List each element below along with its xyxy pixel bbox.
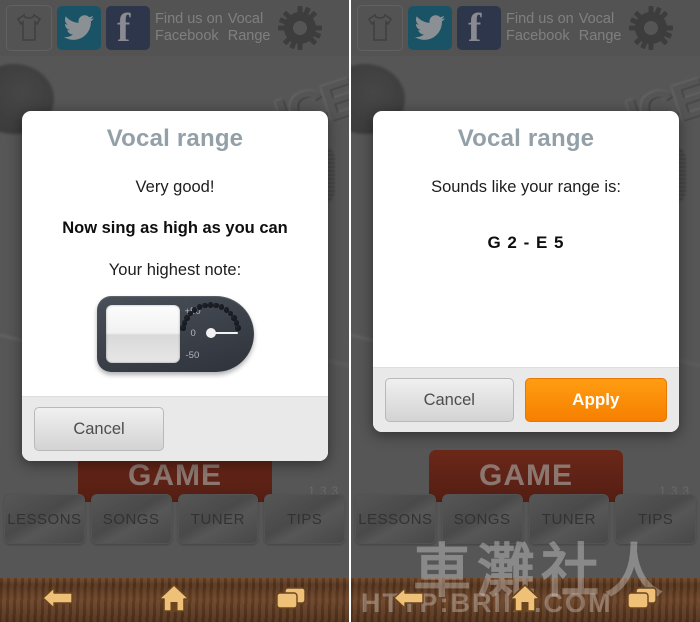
feedback-text: Very good!	[135, 178, 215, 196]
home-icon[interactable]	[157, 583, 191, 618]
tuner-dial-dot	[180, 325, 186, 331]
recent-apps-icon[interactable]	[274, 585, 308, 616]
android-nav-bar-left	[0, 578, 349, 622]
dialog-footer-left: Cancel	[22, 396, 328, 461]
cancel-button[interactable]: Cancel	[385, 378, 514, 422]
tuner-display-screen	[105, 305, 180, 363]
highest-note-label: Your highest note:	[108, 261, 242, 279]
tuner-scale-mid: 0	[190, 328, 196, 339]
vocal-range-dialog-left: Vocal range Very good! Now sing as high …	[22, 111, 328, 461]
dialog-footer-right: Cancel Apply	[373, 367, 679, 432]
tuner-dial: +50 0 -50	[180, 296, 254, 372]
cancel-button-label: Cancel	[73, 419, 125, 438]
apply-button[interactable]: Apply	[524, 378, 667, 422]
left-phone-screen: ICE GAME 1.3.3 LESSONS SONGS TUNER TIPS …	[0, 0, 349, 622]
tuner-dial-dot	[213, 302, 219, 309]
back-arrow-icon[interactable]	[392, 585, 426, 616]
back-arrow-icon[interactable]	[41, 585, 75, 616]
tuner-scale-bottom: -50	[185, 350, 200, 361]
cancel-button[interactable]: Cancel	[34, 407, 164, 451]
tuner-dial-dot	[235, 325, 241, 331]
dialog-body-right: Sounds like your range is: G 2 - E 5	[373, 159, 679, 367]
dialog-title: Vocal range	[106, 125, 244, 152]
right-phone-screen: ICE GAME 1.3.3 LESSONS SONGS TUNER TIPS …	[351, 0, 700, 622]
tuner-dial-dot	[181, 320, 188, 326]
result-intro-text: Sounds like your range is:	[431, 178, 621, 196]
home-icon[interactable]	[508, 583, 542, 618]
dialog-spacer	[387, 253, 665, 357]
android-nav-bar-right	[351, 578, 700, 622]
tuner-widget: +50 0 -50	[96, 296, 254, 372]
vocal-range-dialog-right: Vocal range Sounds like your range is: G…	[373, 111, 679, 432]
tuner-dial-dot	[202, 302, 208, 309]
cancel-button-label: Cancel	[423, 390, 475, 409]
range-value-text: G 2 - E 5	[487, 233, 565, 252]
instruction-text: Now sing as high as you can	[62, 219, 288, 237]
apply-button-label: Apply	[572, 390, 620, 409]
recent-apps-icon[interactable]	[625, 585, 659, 616]
dialog-body-left: Very good! Now sing as high as you can Y…	[22, 159, 328, 396]
dialog-title: Vocal range	[457, 125, 595, 152]
